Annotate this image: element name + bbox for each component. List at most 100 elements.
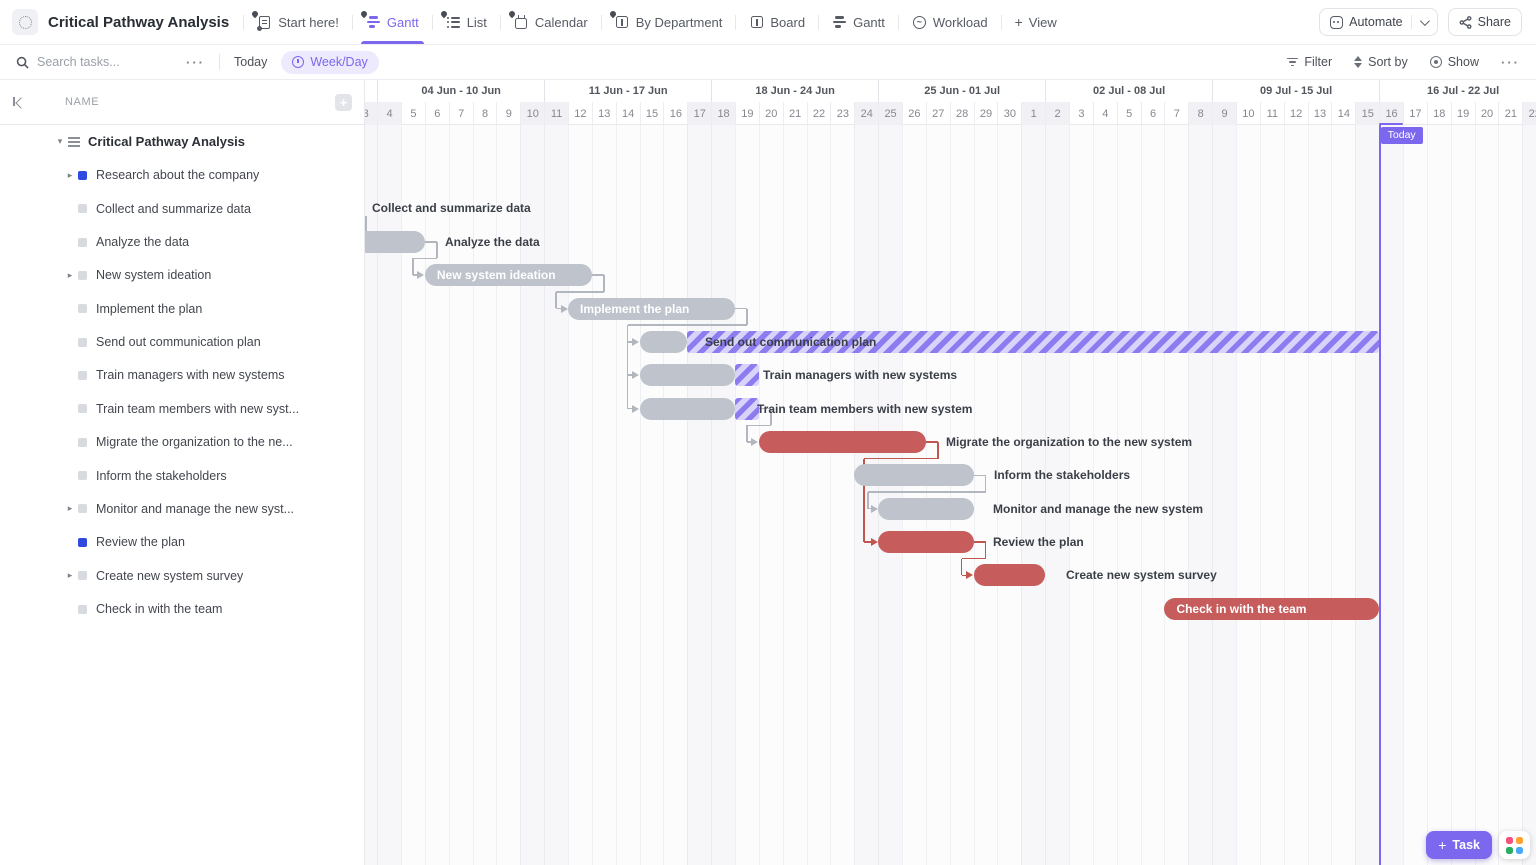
gantt-task-label: Analyze the data <box>445 234 540 249</box>
gantt-bar-inform[interactable] <box>854 464 974 487</box>
status-square-blue[interactable] <box>78 537 87 547</box>
day-header-cell: 3 <box>365 102 378 125</box>
status-square-gray[interactable] <box>78 237 87 247</box>
gantt-bar-create[interactable] <box>973 564 1046 587</box>
task-row-research-about-the-company[interactable]: ▸ Research about the company <box>0 159 364 192</box>
status-square-gray[interactable] <box>78 404 87 414</box>
task-row-migrate-the-organization-to-the-ne[interactable]: Migrate the organization to the ne... <box>0 426 364 459</box>
status-square-gray[interactable] <box>78 571 87 581</box>
caret-right-icon[interactable]: ▸ <box>62 503 78 514</box>
tab-label: Start here! <box>278 14 339 30</box>
status-square-gray[interactable] <box>78 437 87 447</box>
caret-right-icon[interactable]: ▸ <box>62 270 78 281</box>
gantt-bar-implement[interactable]: Implement the plan <box>568 297 735 320</box>
week-header-cell: 16 Jul - 22 Jul <box>1379 80 1536 102</box>
status-square-blue[interactable] <box>78 170 87 180</box>
status-square-gray[interactable] <box>78 204 87 214</box>
tab-board[interactable]: Board <box>746 0 808 44</box>
gantt-bar-checkin[interactable]: Check in with the team <box>1164 597 1380 620</box>
gantt-bar-team[interactable] <box>735 397 759 420</box>
day-header-cell: 11 <box>544 102 568 125</box>
dependency-line <box>868 491 986 493</box>
gantt-bar-monitor[interactable] <box>878 497 974 520</box>
task-row-implement-the-plan[interactable]: Implement the plan <box>0 292 364 325</box>
task-row-train-managers-with-new-systems[interactable]: Train managers with new systems <box>0 359 364 392</box>
day-header-cell: 30 <box>997 102 1021 125</box>
more-options-button[interactable]: ··· <box>1501 55 1520 70</box>
gantt-bar-analyze[interactable] <box>365 230 425 253</box>
tab-by-department[interactable]: By Department <box>608 0 726 44</box>
day-header-cell: 15 <box>1355 102 1380 125</box>
day-gridline <box>1498 125 1500 865</box>
status-square-gray[interactable] <box>78 471 87 481</box>
app-dot <box>1516 836 1523 844</box>
tab-start-here[interactable]: Start here! <box>250 0 342 44</box>
collapse-sidebar-icon[interactable] <box>12 94 28 110</box>
today-button[interactable]: Today <box>234 55 267 69</box>
status-square-gray[interactable] <box>78 304 87 314</box>
gantt-bar-managers[interactable] <box>639 364 735 387</box>
app-dot <box>1506 836 1513 844</box>
calendar-icon <box>507 9 529 30</box>
task-row-train-team-members-with-new-syst[interactable]: Train team members with new syst... <box>0 392 364 425</box>
caret-right-icon[interactable]: ▸ <box>62 570 78 581</box>
task-row-check-in-with-the-team[interactable]: Check in with the team <box>0 592 364 625</box>
task-row-create-new-system-survey[interactable]: ▸ Create new system survey <box>0 559 364 592</box>
chevron-down-icon[interactable] <box>1419 15 1430 26</box>
tab-gantt[interactable]: Gantt <box>829 0 888 44</box>
caret-down-icon[interactable]: ▾ <box>52 136 68 147</box>
gantt-task-label: Send out communication plan <box>705 334 877 349</box>
gantt-bar-managers[interactable] <box>735 364 759 387</box>
share-button[interactable]: Share <box>1447 8 1522 36</box>
show-button[interactable]: Show <box>1429 55 1479 69</box>
status-square-gray[interactable] <box>78 604 87 614</box>
gantt-task-label: Train team members with new system <box>757 401 973 416</box>
task-row-analyze-the-data[interactable]: Analyze the data <box>0 225 364 258</box>
task-row-monitor-and-manage-the-new-syst[interactable]: ▸ Monitor and manage the new syst... <box>0 492 364 525</box>
day-header-cell: 7 <box>1164 102 1188 125</box>
app-dots-button[interactable] <box>1499 831 1530 859</box>
add-column-button[interactable]: + <box>335 93 352 111</box>
day-header-cell: 17 <box>687 102 712 125</box>
project-row-critical-pathway-analysis[interactable]: ▾ Critical Pathway Analysis <box>0 125 364 158</box>
status-square-gray[interactable] <box>78 337 87 347</box>
status-square-gray[interactable] <box>78 370 87 380</box>
gantt-bar-review[interactable] <box>878 531 974 554</box>
search-input[interactable] <box>37 55 167 69</box>
gantt-bar-migrate[interactable] <box>758 430 926 453</box>
search-more-button[interactable]: ··· <box>186 55 205 70</box>
sort-button[interactable]: Sort by <box>1354 55 1408 69</box>
gantt-chart-area: 04 Jun - 10 Jun 11 Jun - 17 Jun 18 Jun - 2… <box>365 80 1536 865</box>
tab-calendar[interactable]: Calendar <box>507 0 591 44</box>
gantt-bar-sendout[interactable] <box>639 330 688 353</box>
tab-gantt[interactable]: Gantt <box>359 0 424 44</box>
gantt-bar-team[interactable] <box>639 397 735 420</box>
task-row-new-system-ideation[interactable]: ▸ New system ideation <box>0 259 364 292</box>
day-header-cell: 20 <box>758 102 783 125</box>
space-avatar[interactable] <box>12 9 38 35</box>
add-view-button[interactable]: View <box>1012 0 1060 44</box>
timescale-toggle[interactable]: Week/Day <box>281 50 379 74</box>
tab-label: Calendar <box>534 14 588 30</box>
status-square-gray[interactable] <box>78 504 87 514</box>
weekend-shade <box>1045 125 1069 865</box>
dependency-line <box>556 291 604 293</box>
search-box[interactable] <box>16 55 186 69</box>
automate-button[interactable]: Automate <box>1319 8 1438 36</box>
gantt-bar-ideation[interactable]: New system ideation <box>424 264 592 287</box>
add-task-button[interactable]: Task <box>1426 831 1492 859</box>
day-gridline <box>1283 125 1285 865</box>
caret-right-icon[interactable]: ▸ <box>62 170 78 181</box>
filter-button[interactable]: Filter <box>1287 55 1332 69</box>
gantt-icon <box>359 9 381 30</box>
task-name: Monitor and manage the new syst... <box>96 501 295 516</box>
status-square-gray[interactable] <box>78 270 87 280</box>
task-row-collect-and-summarize-data[interactable]: Collect and summarize data <box>0 192 364 225</box>
task-row-review-the-plan[interactable]: Review the plan <box>0 526 364 559</box>
tab-list[interactable]: List <box>439 0 490 44</box>
task-row-inform-the-stakeholders[interactable]: Inform the stakeholders <box>0 459 364 492</box>
task-row-send-out-communication-plan[interactable]: Send out communication plan <box>0 325 364 358</box>
day-gridline <box>1116 125 1118 865</box>
day-header-cell: 10 <box>520 102 545 125</box>
tab-workload[interactable]: Workload <box>909 0 991 44</box>
